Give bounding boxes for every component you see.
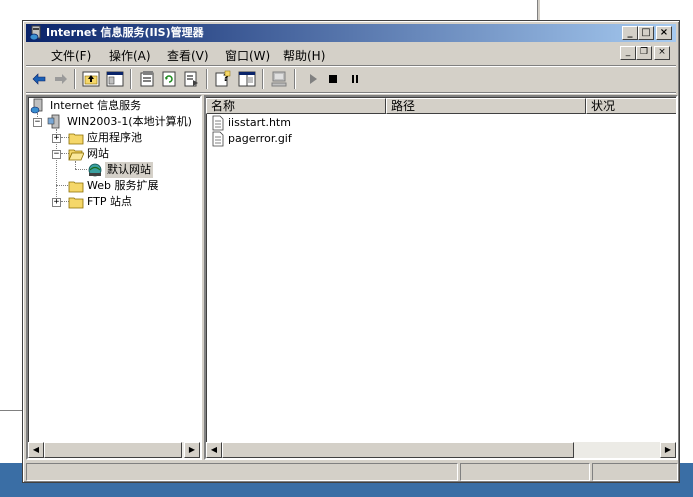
tree-item-label: 网站 (87, 147, 109, 160)
mdi-minimize-button[interactable]: _ (620, 46, 636, 60)
plus-icon: + (53, 133, 60, 143)
title-bar[interactable]: Internet 信息服务(IIS)管理器 _ □ × (26, 24, 676, 42)
menu-view[interactable]: 查看(V) (167, 47, 209, 64)
folder-icon (68, 197, 84, 209)
scroll-right-button[interactable]: ▶ (184, 442, 200, 458)
arrow-right-icon: ▶ (664, 445, 672, 454)
restore-icon: ❐ (639, 47, 649, 57)
mdi-restore-button[interactable]: ❐ (636, 46, 652, 60)
plus-icon: + (53, 197, 60, 207)
column-header-path[interactable]: 路径 (386, 98, 586, 114)
minimize-icon: _ (625, 47, 631, 57)
back-arrow-icon[interactable] (30, 70, 48, 88)
website-globe-icon (88, 163, 102, 177)
menu-action[interactable]: 操作(A) (109, 47, 151, 64)
document-icon (212, 115, 224, 131)
maximize-icon: □ (641, 27, 651, 38)
menu-window[interactable]: 窗口(W) (225, 47, 270, 64)
menu-file[interactable]: 文件(F) (51, 47, 91, 64)
toolbar-separator (294, 69, 296, 89)
toolbar-separator (262, 69, 264, 89)
scroll-thumb[interactable] (222, 442, 574, 458)
result-list-pane[interactable]: 名称 路径 状况 iisstart.htm pagerror.gif ◀ ▶ (204, 95, 678, 460)
start-icon[interactable] (304, 70, 322, 88)
refresh-icon[interactable] (160, 70, 178, 88)
menu-bar: 文件(F) 操作(A) 查看(V) 窗口(W) 帮助(H) _ ❐ × (26, 44, 676, 64)
collapse-toggle[interactable]: − (52, 150, 61, 159)
file-name: iisstart.htm (228, 116, 291, 129)
close-icon: × (658, 47, 666, 57)
arrow-left-icon: ◀ (32, 445, 40, 454)
minus-icon: − (53, 149, 60, 159)
scroll-left-button[interactable]: ◀ (28, 442, 44, 458)
scroll-thumb[interactable] (44, 442, 182, 458)
console-tree-pane[interactable]: Internet 信息服务 − WIN2003-1(本地计算机) + 应用程序池… (26, 95, 202, 460)
toolbar-separator (74, 69, 76, 89)
background-window-edge (537, 0, 540, 20)
console-tree-icon[interactable] (238, 70, 256, 88)
expand-toggle[interactable]: + (52, 134, 61, 143)
tree-item-label: Web 服务扩展 (87, 179, 159, 192)
close-button[interactable]: × (656, 26, 672, 40)
list-horizontal-scrollbar[interactable]: ◀ ▶ (206, 442, 676, 458)
show-hide-tree-icon[interactable] (106, 70, 124, 88)
scroll-left-button[interactable]: ◀ (206, 442, 222, 458)
toolbar: ? (26, 67, 676, 91)
minimize-icon: _ (627, 27, 633, 38)
column-header-name[interactable]: 名称 (206, 98, 386, 114)
pause-icon[interactable] (346, 70, 364, 88)
iis-root-icon (30, 98, 43, 114)
arrow-right-icon: ▶ (188, 445, 196, 454)
iis-app-icon (29, 25, 41, 41)
tree-item-label: 应用程序池 (87, 131, 142, 144)
tree-item-label: WIN2003-1(本地计算机) (67, 115, 192, 128)
stop-icon[interactable] (324, 70, 342, 88)
tree-connector (75, 169, 87, 170)
expand-toggle[interactable]: + (52, 198, 61, 207)
maximize-button[interactable]: □ (638, 26, 654, 40)
status-cell-tertiary (592, 463, 678, 481)
open-folder-icon (68, 149, 84, 161)
folder-icon (68, 133, 84, 145)
help-icon[interactable]: ? (214, 70, 232, 88)
status-cell-main (26, 463, 458, 481)
forward-arrow-icon[interactable] (52, 70, 70, 88)
collapse-toggle[interactable]: − (33, 118, 42, 127)
toolbar-separator (130, 69, 132, 89)
export-list-icon[interactable] (182, 70, 200, 88)
toolbar-separator (206, 69, 208, 89)
tree-item-label: 默认网站 (105, 162, 153, 178)
mdi-close-button[interactable]: × (654, 46, 670, 60)
document-icon (212, 131, 224, 147)
server-computer-icon (47, 114, 60, 129)
background-window-edge (0, 410, 24, 423)
tree-item-label: FTP 站点 (87, 195, 132, 208)
status-cell-secondary (460, 463, 590, 481)
tree-connector (75, 161, 76, 169)
properties-icon[interactable] (138, 70, 156, 88)
folder-icon (68, 181, 84, 193)
iis-manager-window: Internet 信息服务(IIS)管理器 _ □ × 文件(F) 操作(A) … (22, 20, 680, 483)
arrow-left-icon: ◀ (210, 445, 218, 454)
scroll-right-button[interactable]: ▶ (660, 442, 676, 458)
tree-item-label: Internet 信息服务 (50, 99, 142, 112)
close-icon: × (659, 27, 669, 38)
computer-icon[interactable] (270, 70, 288, 88)
column-header-status[interactable]: 状况 (586, 98, 676, 114)
minimize-button[interactable]: _ (622, 26, 638, 40)
status-bar (26, 463, 678, 481)
tree-horizontal-scrollbar[interactable]: ◀ ▶ (28, 442, 200, 458)
menu-help[interactable]: 帮助(H) (283, 47, 325, 64)
up-folder-icon[interactable] (82, 70, 100, 88)
window-title: Internet 信息服务(IIS)管理器 (46, 26, 204, 39)
toolbar-divider (26, 92, 676, 94)
minus-icon: − (34, 117, 41, 127)
file-name: pagerror.gif (228, 132, 292, 145)
